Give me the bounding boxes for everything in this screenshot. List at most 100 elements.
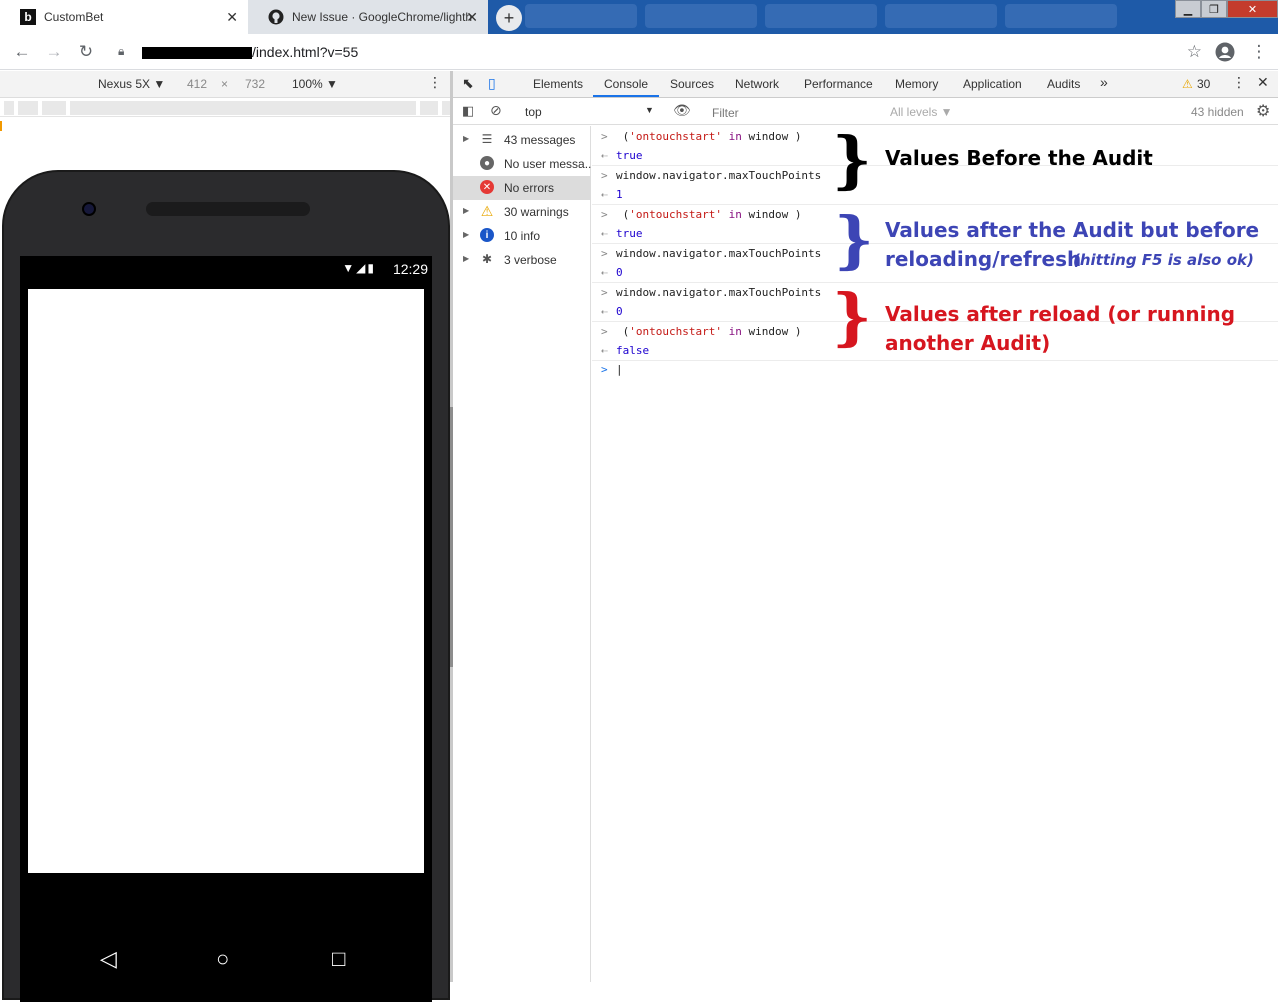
live-expression-eye-icon[interactable]: 👁︎ [673,102,691,119]
tab-new-issue[interactable]: New Issue · GoogleChrome/lighth ✕ [248,0,488,34]
brace-glyph-icon: } [832,123,872,196]
device-width[interactable]: 412 [187,77,207,91]
expand-arrow-icon[interactable]: ▶ [463,254,469,263]
profile-icon[interactable] [1214,42,1236,62]
console-token: in [721,130,749,143]
back-icon[interactable]: ← [11,42,33,62]
minimize-icon[interactable]: ▁ [1175,0,1201,18]
device-menu-icon[interactable]: ⋮ [428,74,442,91]
input-chevron-icon: > [601,208,608,221]
expand-arrow-icon[interactable]: ▶ [463,230,469,239]
sidebar-item-user-messages[interactable]: ● No user messa... [453,152,595,176]
user-icon: ● [480,156,494,170]
media-query-ruler[interactable] [0,99,452,131]
console-input-line[interactable]: > window.navigator.maxTouchPoints [592,283,1278,303]
hidden-count: 43 hidden [1191,105,1244,119]
clear-console-icon[interactable]: ⊘ [490,102,502,119]
forward-icon[interactable]: → [43,42,65,62]
device-height[interactable]: 732 [245,77,265,91]
camera-icon [82,202,96,216]
tab-sources[interactable]: Sources [670,77,714,91]
console-token: window [748,208,789,221]
console-text: window.navigator.maxTouchPoints [616,247,821,260]
close-tab-icon[interactable]: ✕ [466,9,478,26]
bookmark-star-icon[interactable]: ☆ [1187,42,1202,62]
warnings-count[interactable]: 30 [1197,77,1210,91]
window-close-icon[interactable]: ✕ [1227,0,1278,18]
console-settings-gear-icon[interactable]: ⚙ [1256,101,1270,121]
sidebar-item-warnings[interactable]: ▶ ⚠ 30 warnings [453,200,591,224]
tab-memory[interactable]: Memory [895,77,938,91]
tab-elements[interactable]: Elements [533,77,583,91]
devtools-close-icon[interactable]: ✕ [1257,74,1269,91]
tab-console[interactable]: Console [604,77,648,91]
zoom-select[interactable]: 100% ▼ [292,77,338,91]
expand-arrow-icon[interactable]: ▶ [463,206,469,215]
restore-icon[interactable]: ❐ [1201,0,1227,18]
input-chevron-icon: > [601,247,608,260]
tab-custombet[interactable]: b CustomBet ✕ [0,0,248,34]
new-tab-button[interactable]: + [496,5,522,31]
device-select[interactable]: Nexus 5X ▼ [98,77,165,91]
console-text: 0 [616,266,623,279]
filter-input[interactable]: Filter [707,102,883,122]
console-result-line[interactable]: ⇠ 1 [592,185,1278,205]
sidebar-item-messages[interactable]: ▶ ☰ 43 messages [453,128,591,152]
device-toggle-icon[interactable]: ▯ [488,75,496,92]
address-bar[interactable]: 🔒︎ /index.html?v=55 ☆ [108,38,1208,66]
tab-network[interactable]: Network [735,77,779,91]
console-token: 1 [616,188,623,201]
console-token: | [616,363,623,376]
close-tab-icon[interactable]: ✕ [226,9,238,26]
console-token: true [616,149,643,162]
result-arrow-icon: ⇠ [601,149,608,162]
device-toolbar: Nexus 5X ▼ 412 × 732 100% ▼ ⋮ [0,71,452,98]
console-text: false [616,344,649,357]
console-token: 'ontouchstart' [629,208,722,221]
console-token: window.navigator.maxTouchPoints [616,286,822,299]
tab-audits[interactable]: Audits [1047,77,1080,91]
annotation-reload-line1: Values after reload (or running [885,302,1236,326]
console-token: ( [616,130,630,143]
expand-arrow-icon[interactable]: ▶ [463,134,469,143]
console-text: 1 [616,188,623,201]
devtools-menu-icon[interactable]: ⋮ [1232,74,1246,91]
console-token: in [721,208,749,221]
back-triangle-icon[interactable]: ◁ [100,946,117,972]
home-circle-icon[interactable]: ○ [216,946,229,972]
sidebar-item-info[interactable]: ▶ i 10 info [453,224,591,248]
bug-icon: ✱ [481,252,493,266]
devtools-tabbar: ⬉ ▯ Elements Console Sources Network Per… [453,71,1278,98]
reload-icon[interactable]: ↻ [75,42,97,62]
console-toolbar: ◧ ⊘ top ▼ 👁︎ Filter All levels ▼ 43 hidd… [453,99,1278,125]
result-arrow-icon: ⇠ [601,344,608,357]
console-input-line[interactable]: > ('ontouchstart' in window ) [592,127,1278,147]
sidebar-toggle-icon[interactable]: ◧ [462,103,474,119]
context-dropdown-icon[interactable]: ▼ [645,105,654,115]
emulated-viewport[interactable] [28,289,424,873]
chrome-menu-icon[interactable]: ⋮ [1248,42,1270,62]
console-text: | [616,363,623,376]
github-icon [268,9,284,25]
log-levels-select[interactable]: All levels ▼ [890,105,953,119]
inspect-element-icon[interactable]: ⬉ [462,75,474,92]
brace-glyph-icon: } [832,280,872,353]
sidebar-item-label: 30 warnings [504,205,569,219]
tab-performance[interactable]: Performance [804,77,873,91]
console-input-line[interactable]: > | [592,360,1278,380]
tab-title: New Issue · GoogleChrome/lighth [292,10,472,24]
console-token: window [748,130,789,143]
sidebar-item-errors[interactable]: ✕ No errors [453,176,591,200]
result-arrow-icon: ⇠ [601,227,608,240]
status-bar: ▼◢▮ 12:29 [20,256,432,283]
tab-application[interactable]: Application [963,77,1022,91]
console-token: window.navigator.maxTouchPoints [616,247,822,260]
warning-icon: ⚠ [480,202,494,219]
more-tabs-icon[interactable]: » [1100,74,1108,90]
nexus-5x-frame: ▼◢▮ 12:29 ◁ ○ □ [2,170,450,1002]
sidebar-item-verbose[interactable]: ▶ ✱ 3 verbose [453,248,591,272]
annotation-reload-line2: another Audit) [885,331,1051,355]
recents-square-icon[interactable]: □ [332,946,345,972]
context-select[interactable]: top [525,105,542,119]
console-token: 'ontouchstart' [629,130,722,143]
